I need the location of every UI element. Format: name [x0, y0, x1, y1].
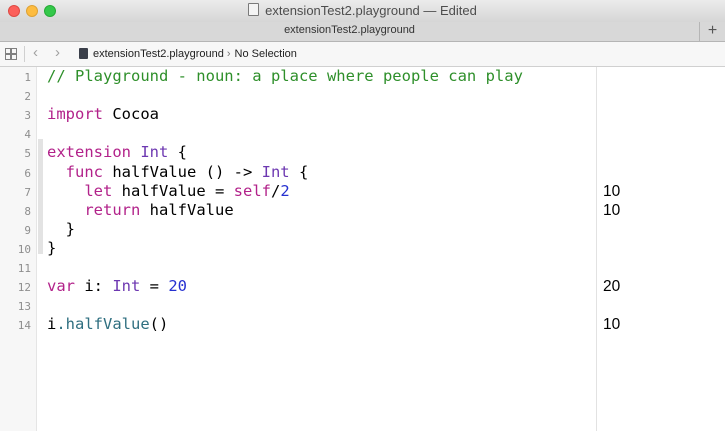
- code-line-5[interactable]: 5 extension Int {: [0, 143, 725, 162]
- breadcrumb-selection[interactable]: No Selection: [235, 48, 297, 60]
- title-bar: extensionTest2.playground — Edited: [0, 0, 725, 23]
- code-token-plain: i: [47, 315, 57, 334]
- code-token-kw: var: [47, 277, 75, 296]
- code-line-1[interactable]: 1 // Playground - noun: a place where peo…: [0, 67, 725, 86]
- result-value[interactable]: 20: [603, 278, 620, 296]
- breadcrumb-chevron-icon: ›: [226, 48, 231, 60]
- code-text[interactable]: }: [47, 220, 75, 238]
- line-number: 1: [24, 71, 31, 84]
- code-token-plain: {: [289, 162, 309, 181]
- code-token-kw: return: [84, 200, 141, 219]
- line-number: 3: [24, 109, 31, 123]
- line-number: 14: [17, 319, 31, 333]
- code-text[interactable]: extension Int {: [47, 143, 187, 161]
- code-line-8[interactable]: 8 return halfValue 10: [0, 201, 725, 220]
- code-line-4[interactable]: 4: [0, 124, 725, 143]
- code-token-num: 2: [280, 181, 290, 200]
- line-number: 9: [24, 223, 31, 237]
- code-token-plain: halfValue: [140, 200, 234, 219]
- code-text[interactable]: i.halfValue(): [47, 315, 168, 333]
- code-line-3[interactable]: 3 import Cocoa: [0, 105, 725, 124]
- code-line-2[interactable]: 2: [0, 86, 725, 105]
- code-token-plain: {: [168, 143, 188, 162]
- line-number: 5: [24, 147, 31, 161]
- code-token-plain: halfValue =: [112, 181, 234, 200]
- line-number: 2: [24, 90, 31, 104]
- code-line-9[interactable]: 9 }: [0, 220, 725, 239]
- code-line-11[interactable]: 11: [0, 258, 725, 277]
- line-number: 11: [17, 262, 31, 275]
- playground-file-icon: [79, 48, 88, 59]
- line-number: 10: [17, 242, 31, 256]
- code-line-13[interactable]: 13: [0, 296, 725, 315]
- code-token-plain: }: [47, 238, 57, 257]
- document-icon: [248, 3, 260, 16]
- code-token-plain: (): [149, 315, 169, 334]
- code-token-plain: }: [47, 219, 75, 238]
- code-token-type: Int: [261, 162, 290, 181]
- breadcrumb: extensionTest2.playground › No Selection: [79, 48, 297, 60]
- code-line-12[interactable]: 12 var i: Int = 20 20: [0, 277, 725, 296]
- code-token-plain: Cocoa: [103, 105, 159, 124]
- jump-bar: ‹ › extensionTest2.playground › No Selecti…: [0, 42, 725, 67]
- navigate-forward-button[interactable]: ›: [55, 45, 60, 61]
- code-token-kw: let: [84, 181, 113, 200]
- code-text[interactable]: let halfValue = self/2: [47, 181, 290, 200]
- line-number: 4: [24, 128, 31, 142]
- code-line-7[interactable]: 7 let halfValue = self/2 10: [0, 182, 725, 201]
- line-number: 6: [24, 166, 31, 180]
- new-tab-button[interactable]: +: [699, 22, 725, 41]
- line-number: 8: [24, 204, 31, 218]
- code-token-type: Int: [112, 277, 141, 296]
- breadcrumb-file[interactable]: extensionTest2.playground: [93, 48, 224, 60]
- result-value[interactable]: 10: [603, 316, 620, 334]
- code-token-kw: import: [47, 105, 103, 124]
- code-token-type: Int: [140, 143, 169, 162]
- line-number: 13: [17, 300, 31, 314]
- code-line-14[interactable]: 14 i.halfValue() 10: [0, 315, 725, 334]
- tab-bar: extensionTest2.playground +: [0, 22, 725, 42]
- code-token-num: 20: [168, 277, 187, 296]
- code-token-kw: func: [65, 162, 103, 181]
- jump-bar-separator: [24, 46, 25, 62]
- code-line-10[interactable]: 10}: [0, 239, 725, 258]
- code-token-plain: i:: [75, 277, 113, 296]
- line-number: 12: [17, 281, 31, 295]
- line-number: 7: [24, 185, 31, 199]
- code-text[interactable]: // Playground - noun: a place where peop…: [47, 67, 523, 85]
- code-token-kw: self: [233, 181, 271, 200]
- code-text[interactable]: import Cocoa: [47, 105, 159, 123]
- code-text[interactable]: }: [47, 239, 56, 257]
- code-token-kw: extension: [47, 143, 131, 162]
- code-token-plain: halfValue () ->: [103, 162, 262, 181]
- code-line-6[interactable]: 6 func halfValue () -> Int {: [0, 163, 725, 182]
- result-value[interactable]: 10: [603, 202, 620, 220]
- tab-playground[interactable]: extensionTest2.playground: [0, 24, 699, 36]
- result-value[interactable]: 10: [603, 183, 620, 201]
- code-token-plain: /: [270, 181, 281, 200]
- code-token-plain: =: [140, 277, 169, 296]
- related-items-grid-icon[interactable]: [5, 48, 17, 60]
- code-editor[interactable]: 1 // Playground - noun: a place where peo…: [0, 67, 725, 431]
- code-token-fn: .halfValue: [56, 315, 150, 334]
- code-text[interactable]: return halfValue: [47, 200, 234, 219]
- code-text[interactable]: var i: Int = 20: [47, 277, 187, 295]
- window-title-area: extensionTest2.playground — Edited: [0, 3, 725, 18]
- navigate-back-button[interactable]: ‹: [33, 45, 38, 61]
- code-text[interactable]: func halfValue () -> Int {: [47, 162, 309, 181]
- window-title: extensionTest2.playground — Edited: [265, 3, 477, 18]
- code-token-comment: // Playground - noun: a place where peop…: [47, 67, 523, 85]
